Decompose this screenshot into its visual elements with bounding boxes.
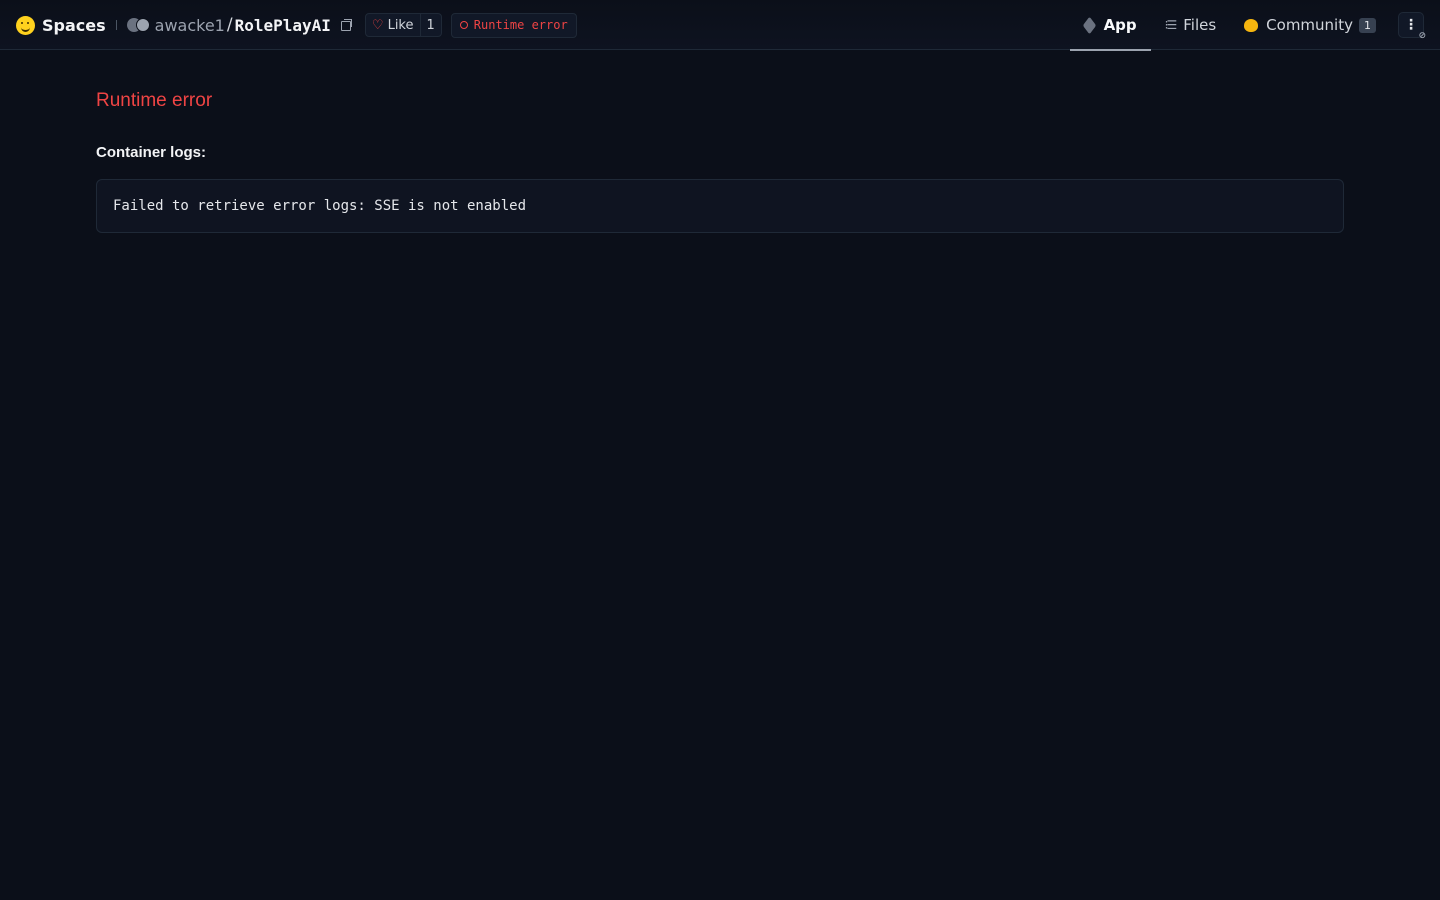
main-content: Runtime error Container logs: Failed to … — [96, 90, 1344, 233]
tab-app-label: App — [1103, 16, 1137, 34]
more-vertical-icon: ⋮ — [1404, 17, 1418, 33]
spaces-link[interactable]: Spaces — [42, 16, 106, 35]
community-count-badge: 1 — [1359, 17, 1376, 33]
heart-icon: ♡ — [371, 17, 384, 33]
like-label: Like — [387, 17, 414, 33]
more-options-button[interactable]: ⋮ ⊘ — [1398, 12, 1426, 41]
link-icon: ⊘ — [1418, 31, 1426, 41]
log-text: Failed to retrieve error logs: SSE is no… — [113, 198, 527, 214]
top-bar: Spaces awacke1 / RolePlayAI ♡ Like 1 Run… — [0, 0, 1440, 51]
cube-icon — [1082, 16, 1096, 34]
error-title: Runtime error — [96, 90, 213, 111]
tab-community[interactable]: Community 1 — [1230, 0, 1390, 50]
header-left: Spaces awacke1 / RolePlayAI ♡ Like 1 Run… — [16, 0, 577, 50]
status-label: Runtime error — [473, 18, 568, 32]
divider — [115, 20, 117, 30]
status-ring-icon — [459, 21, 468, 29]
copy-icon[interactable] — [339, 18, 353, 32]
tab-app[interactable]: App — [1069, 0, 1151, 51]
owner-avatars[interactable] — [126, 18, 150, 32]
log-output: Failed to retrieve error logs: SSE is no… — [96, 179, 1344, 233]
files-icon: ⁝☰ — [1164, 18, 1178, 32]
path-separator: / — [226, 15, 233, 35]
like-main[interactable]: ♡ Like — [366, 14, 420, 36]
container-logs-label: Container logs: — [96, 144, 207, 161]
tab-community-label: Community — [1266, 16, 1353, 34]
huggingface-logo-icon[interactable] — [16, 15, 35, 35]
tab-files[interactable]: ⁝☰ Files — [1151, 0, 1231, 50]
avatar — [135, 18, 150, 32]
community-icon — [1244, 18, 1259, 32]
header-tabs: App ⁝☰ Files Community 1 ⋮ ⊘ — [1069, 0, 1440, 51]
tab-files-label: Files — [1183, 16, 1217, 34]
like-button[interactable]: ♡ Like 1 — [364, 13, 442, 37]
repo-name-link[interactable]: RolePlayAI — [235, 16, 331, 35]
like-count[interactable]: 1 — [419, 14, 441, 36]
status-badge[interactable]: Runtime error — [450, 12, 577, 38]
owner-link[interactable]: awacke1 — [155, 16, 225, 35]
